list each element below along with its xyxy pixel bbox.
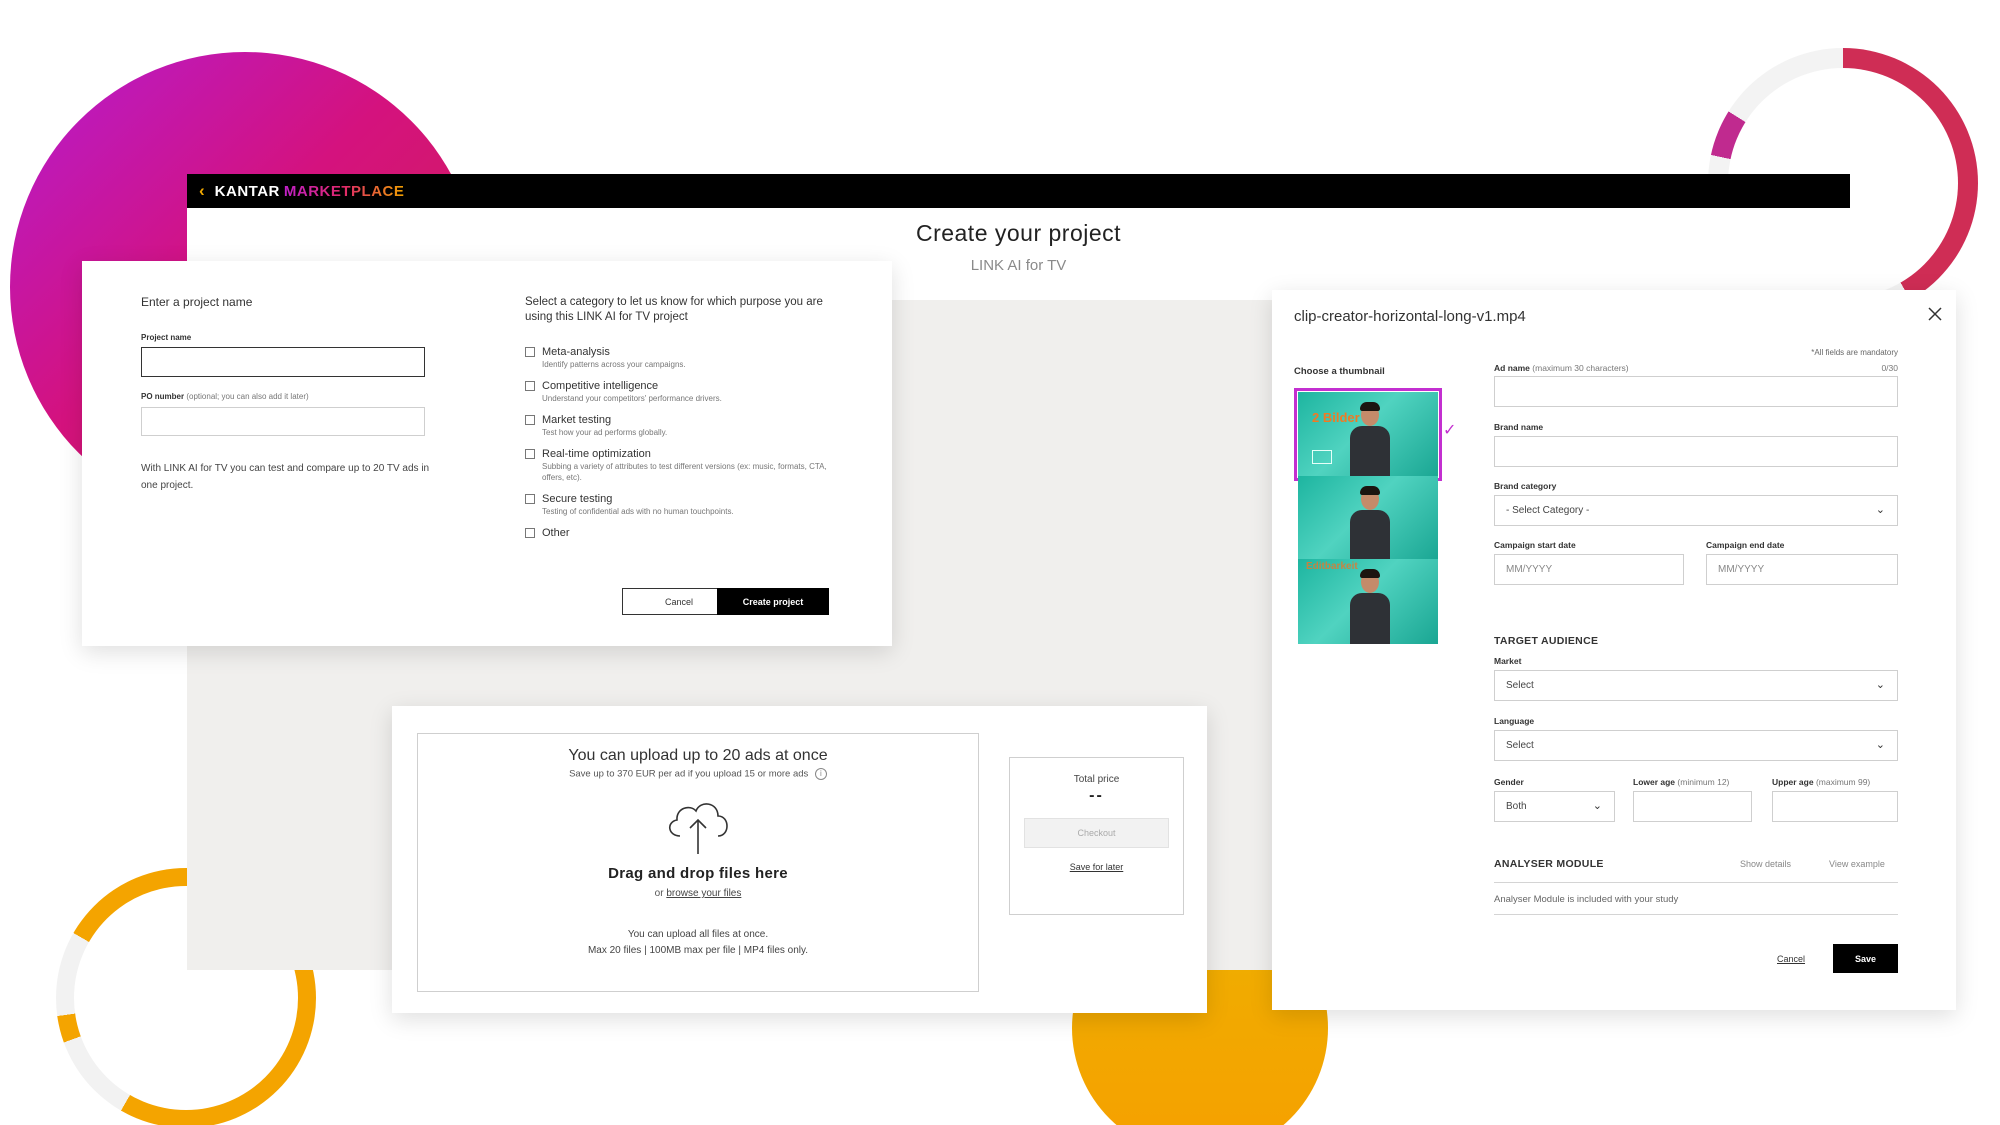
po-number-input[interactable] [141, 407, 425, 436]
person-image [1350, 486, 1390, 561]
ad-name-label: Ad name (maximum 30 characters) [1494, 363, 1629, 373]
lower-age-input[interactable] [1633, 791, 1752, 822]
category-description: Testing of confidential ads with no huma… [542, 507, 734, 516]
brand-name-label: Brand name [1494, 422, 1544, 432]
checkbox[interactable] [525, 347, 535, 357]
category-title: Market testing [542, 414, 612, 426]
checkbox[interactable] [525, 415, 535, 425]
upload-heading: You can upload up to 20 ads at once [568, 747, 828, 764]
save-button[interactable]: Save [1833, 944, 1898, 973]
category-title: Competitive intelligence [542, 380, 659, 392]
campaign-start-label: Campaign start date [1494, 540, 1576, 550]
upper-age-label: Upper age (maximum 99) [1772, 777, 1871, 787]
category-title: Meta-analysis [542, 346, 610, 358]
category-description: Subbing a variety of attributes to test … [542, 462, 827, 482]
target-audience-heading: TARGET AUDIENCE [1494, 635, 1599, 647]
ad-name-hint: (maximum 30 characters) [1532, 363, 1629, 373]
ad-name-input[interactable] [1494, 376, 1898, 407]
info-icon[interactable]: i [814, 768, 827, 780]
ad-details-panel: clip-creator-horizontal-long-v1.mp4 *All… [1272, 290, 1956, 1010]
divider [1494, 914, 1898, 915]
project-name-card: Enter a project name Project name PO num… [82, 261, 892, 646]
chevron-left-icon[interactable]: ‹ [199, 181, 205, 201]
language-select[interactable]: Select ⌄ [1494, 730, 1898, 761]
thumbnail-label: Choose a thumbnail [1294, 366, 1385, 377]
category-title: Real-time optimization [542, 448, 651, 460]
drag-drop-label: Drag and drop files here [608, 865, 788, 882]
campaign-start-input[interactable]: MM/YYYY [1494, 554, 1684, 585]
total-price-panel: Total price -- Checkout Save for later [1009, 757, 1184, 915]
thumbnail-option[interactable]: Editbarkeit [1298, 559, 1438, 644]
chevron-down-icon: ⌄ [1875, 679, 1885, 691]
brand-logo-marketplace[interactable]: MARKETPLACE [284, 183, 405, 200]
chevron-down-icon: ⌄ [1592, 800, 1602, 812]
market-label: Market [1494, 656, 1522, 666]
upper-age-hint: (maximum 99) [1815, 777, 1871, 787]
ad-name-counter: 0/30 [1881, 363, 1898, 373]
language-label: Language [1494, 716, 1535, 726]
checkout-button[interactable]: Checkout [1024, 818, 1169, 848]
brand-name-input[interactable] [1494, 436, 1898, 467]
chevron-down-icon: ⌄ [1875, 504, 1885, 516]
category-description: Identify patterns across your campaigns. [542, 360, 686, 369]
browse-row: or browse your files [654, 888, 742, 899]
analyser-module-heading: ANALYSER MODULE [1494, 858, 1604, 870]
project-name-input[interactable] [141, 347, 425, 377]
checkbox[interactable] [525, 528, 535, 538]
market-select[interactable]: Select ⌄ [1494, 670, 1898, 701]
file-drop-zone[interactable]: You can upload up to 20 ads at once Save… [417, 733, 979, 992]
person-image [1350, 402, 1390, 477]
divider [1494, 882, 1898, 883]
chevron-down-icon: ⌄ [1875, 739, 1885, 751]
view-example-link[interactable]: View example [1829, 859, 1885, 869]
campaign-end-label: Campaign end date [1706, 540, 1785, 550]
category-description: Understand your competitors' performance… [542, 394, 722, 403]
gender-label: Gender [1494, 777, 1524, 787]
lower-age-hint: (minimum 12) [1677, 777, 1730, 787]
category-description: Test how your ad performs globally. [542, 428, 668, 437]
checkbox[interactable] [525, 381, 535, 391]
brand-logo-kantar[interactable]: KANTAR [215, 183, 280, 200]
campaign-end-input[interactable]: MM/YYYY [1706, 554, 1898, 585]
gender-select[interactable]: Both ⌄ [1494, 791, 1615, 822]
po-number-label: PO number (optional; you can also add it… [141, 392, 309, 401]
brand-category-label: Brand category [1494, 481, 1557, 491]
project-note: With LINK AI for TV you can test and com… [141, 463, 430, 491]
top-bar: ‹ KANTAR MARKETPLACE [187, 174, 1850, 208]
analyser-module-text: Analyser Module is included with your st… [1494, 894, 1679, 905]
thumbnail-option[interactable] [1298, 476, 1438, 561]
create-project-button[interactable]: Create project [717, 588, 829, 615]
thumbnail-option-selected[interactable]: 2 Bilder [1294, 388, 1442, 481]
browse-files-link[interactable]: browse your files [666, 888, 741, 899]
po-number-hint: (optional; you can also add it later) [186, 392, 309, 401]
upload-limits-line: Max 20 files | 100MB max per file | MP4 … [587, 945, 809, 956]
category-title: Secure testing [542, 493, 613, 505]
project-name-heading: Enter a project name [141, 295, 253, 309]
close-icon[interactable] [1928, 304, 1942, 327]
upload-info-line: You can upload all files at once. [627, 929, 769, 940]
file-name: clip-creator-horizontal-long-v1.mp4 [1294, 308, 1526, 325]
checkbox[interactable] [525, 494, 535, 504]
total-price-value: -- [1089, 787, 1104, 804]
page-title: Create your project [915, 220, 1122, 246]
brand-category-select[interactable]: - Select Category - ⌄ [1494, 495, 1898, 526]
save-for-later-link[interactable]: Save for later [1010, 862, 1183, 872]
category-heading: Select a category to let us know for whi… [525, 296, 823, 323]
cloud-upload-icon [418, 794, 978, 861]
upper-age-input[interactable] [1772, 791, 1898, 822]
total-price-label: Total price [1073, 774, 1120, 785]
lower-age-label: Lower age (minimum 12) [1633, 777, 1730, 787]
upload-subheading: Save up to 370 EUR per ad if you upload … [418, 768, 978, 780]
checkbox[interactable] [525, 449, 535, 459]
person-image [1350, 569, 1390, 644]
mandatory-note: *All fields are mandatory [1811, 348, 1898, 357]
cancel-link[interactable]: Cancel [1777, 954, 1805, 964]
checkmark-icon: ✓ [1443, 422, 1457, 439]
project-name-label: Project name [141, 333, 192, 342]
category-title: Other [542, 527, 570, 539]
image-icon [1312, 450, 1332, 464]
show-details-link[interactable]: Show details [1740, 859, 1791, 869]
upload-card: You can upload up to 20 ads at once Save… [392, 706, 1207, 1013]
